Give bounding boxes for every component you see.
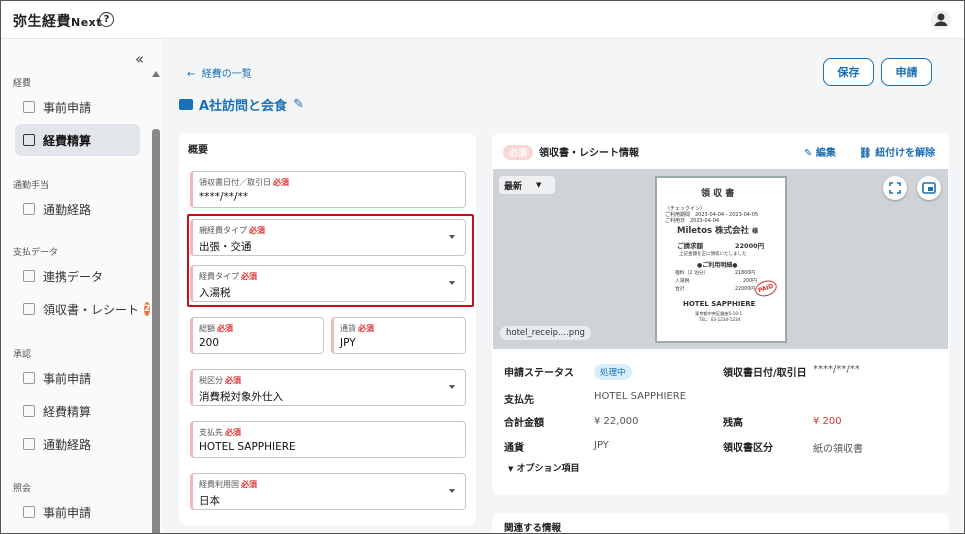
sidebar-section-label: 照会 (13, 484, 32, 494)
receipt-type-value: 紙の領収書 (813, 444, 863, 455)
required-badge: 必須 (503, 145, 534, 160)
picture-in-picture-icon[interactable] (917, 176, 941, 200)
document-icon (23, 101, 35, 113)
unlink-button[interactable]: ⛓ 紐付けを解除 (859, 144, 935, 159)
sidebar-item-inquiry-pre-application[interactable]: 事前申請 (15, 496, 140, 528)
payee-label: 支払先 (504, 395, 534, 406)
receipt-icon (23, 134, 35, 146)
related-title: 関連する情報 (504, 523, 562, 534)
edit-title-icon[interactable]: ✎ (293, 97, 304, 112)
status-badge: 処理中 (594, 364, 632, 380)
dropdown-arrow-icon: ▼ (536, 181, 542, 189)
options-toggle[interactable]: ▼ オプション項目 (508, 461, 580, 474)
count-badge: 2 (144, 302, 151, 316)
balance-value: ¥ 200 (813, 416, 842, 427)
sidebar-item-approve-commute[interactable]: 通勤経路 (15, 428, 140, 460)
page-title: A社訪問と会食 ✎ (179, 95, 304, 114)
card-icon (23, 270, 35, 282)
sidebar-section-label: 通勤手当 (13, 181, 50, 191)
receipt-date-label: 領収書日付/取引日 (723, 368, 807, 379)
sidebar-item-linked-data[interactable]: 連携データ (15, 260, 140, 292)
help-icon[interactable]: ? (99, 12, 114, 27)
edit-button[interactable]: ✎ 編集 (804, 144, 836, 159)
receipt-type-label: 領収書区分 (723, 443, 773, 454)
scroll-up-icon[interactable] (152, 71, 160, 77)
sidebar-item-commute-route[interactable]: 通勤経路 (15, 193, 140, 225)
total-value: ¥ 22,000 (594, 416, 639, 427)
pencil-icon: ✎ (804, 148, 813, 159)
approve-walking-icon (23, 438, 35, 450)
submit-button[interactable]: 申請 (881, 58, 932, 86)
caret-down-icon: ▼ (508, 465, 514, 473)
walking-icon (23, 203, 35, 215)
sidebar-item-expense-settlement[interactable]: 経費精算 (15, 124, 140, 156)
user-avatar[interactable] (931, 10, 951, 30)
sidebar-section-label: 経費 (13, 79, 32, 89)
sidebar-item-receipts[interactable]: 領収書・レシート 2 (15, 293, 151, 325)
unlink-icon: ⛓ (859, 148, 872, 159)
back-link[interactable]: ← 経費の一覧 (187, 65, 252, 80)
sidebar-scrollbar[interactable] (152, 129, 160, 533)
arrow-left-icon: ← (187, 69, 196, 80)
sidebar-section-label: 支払データ (13, 248, 59, 258)
receipt-icon (23, 303, 35, 315)
date-field[interactable]: 領収書日付／取引日 必須 ****/**/** (190, 171, 466, 208)
app-logo[interactable]: 弥生経費Next (13, 11, 102, 31)
approve-document-icon (23, 372, 35, 384)
status-label: 申請ステータス (504, 368, 574, 379)
currency-label: 通貨 (504, 443, 524, 454)
amount-field[interactable]: 総額 必須 200 (190, 317, 324, 354)
currency-field[interactable]: 通貨 必須 JPY (331, 317, 466, 354)
dropdown-arrow-icon (449, 385, 455, 389)
tax-category-select[interactable]: 税区分 必須 消費税対象外仕入 (190, 369, 466, 406)
dropdown-arrow-icon (449, 489, 455, 493)
country-select[interactable]: 経費利用国 必須 日本 (190, 473, 466, 510)
payee-field[interactable]: 支払先 必須 HOTEL SAPPHIERE (190, 421, 466, 458)
folder-icon (179, 99, 193, 110)
total-label: 合計金額 (504, 418, 544, 429)
top-bar (1, 1, 964, 39)
balance-label: 残高 (723, 418, 743, 429)
highlight-box (187, 214, 474, 307)
save-button[interactable]: 保存 (823, 58, 874, 86)
payee-value: HOTEL SAPPHIERE (594, 391, 687, 402)
file-name-chip: hotel_receip....png (500, 326, 591, 340)
search-document-icon (23, 506, 35, 518)
receipt-date-value: ****/**/** (813, 364, 860, 375)
approve-receipt-icon (23, 405, 35, 417)
collapse-sidebar-icon[interactable]: ‹‹ (135, 50, 144, 68)
receipt-card-header: 必須 領収書・レシート情報 (503, 144, 639, 160)
version-select[interactable]: 最新 ▼ (499, 176, 555, 194)
receipt-image[interactable]: 領 収 書 （チェックイン） ご利用期間 2023-04-04 - 2023-0… (657, 178, 785, 341)
fullscreen-icon[interactable] (883, 176, 907, 200)
sidebar-item-approve-expense[interactable]: 経費精算 (15, 395, 140, 427)
sidebar-item-approve-pre-application[interactable]: 事前申請 (15, 362, 140, 394)
section-title: 概要 (188, 145, 208, 156)
currency-value: JPY (594, 440, 609, 451)
sidebar-item-pre-application[interactable]: 事前申請 (15, 91, 140, 123)
sidebar-section-label: 承認 (13, 350, 32, 360)
paid-stamp: PAID (753, 278, 779, 299)
